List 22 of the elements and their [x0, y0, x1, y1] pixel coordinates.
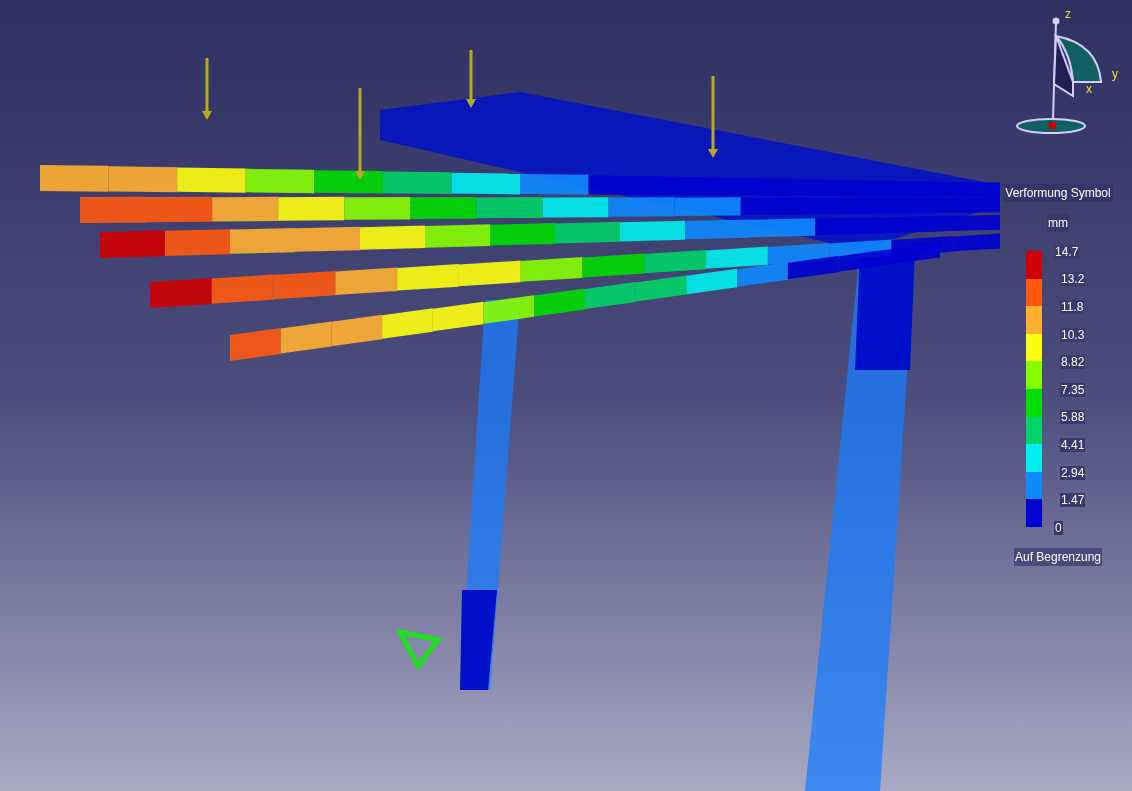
legend-unit: mm [1047, 214, 1069, 232]
load-arrow-icon [355, 88, 365, 180]
legend-value: 10.3 [1060, 327, 1086, 342]
load-arrow-icon [708, 76, 718, 158]
legend-value: 14.7 [1054, 244, 1080, 259]
legend-value: 2.94 [1060, 465, 1086, 480]
support-triangle-icon [395, 628, 443, 671]
legend-footer: Auf Begrenzung [1013, 547, 1103, 566]
load-arrow-icon [466, 50, 476, 108]
legend-title: Verformung Symbol [1003, 184, 1113, 202]
axis-label: y [1112, 68, 1118, 80]
legend-value: 13.2 [1060, 272, 1086, 287]
load-arrow-icon [202, 58, 212, 120]
legend-value: 0 [1054, 520, 1063, 535]
legend-value: 8.82 [1060, 355, 1086, 370]
legend-value: 7.35 [1060, 382, 1086, 397]
legend-value: 4.41 [1060, 437, 1086, 452]
legend-value: 1.47 [1060, 493, 1086, 508]
axis-label: x [1086, 83, 1092, 95]
axis-label: z [1065, 8, 1071, 20]
legend-value: 5.88 [1060, 410, 1086, 425]
legend-value: 11.8 [1060, 300, 1085, 314]
